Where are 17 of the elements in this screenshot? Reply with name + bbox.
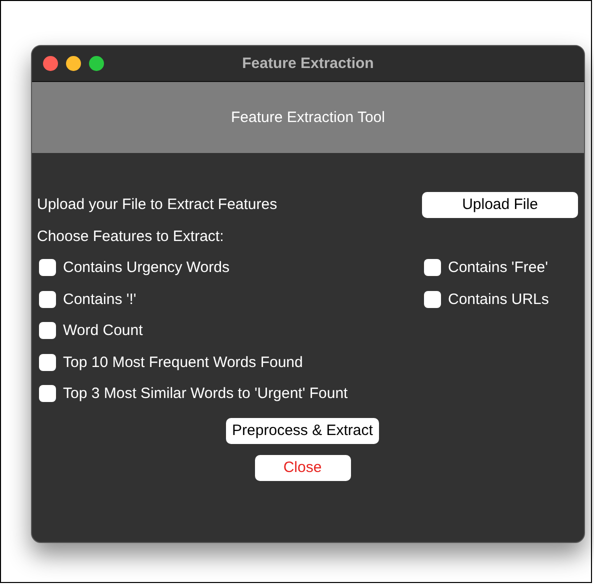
extract-button[interactable]: Preprocess & Extract: [226, 418, 379, 444]
feature-checkbox[interactable]: Contains Urgency Words: [37, 259, 230, 276]
feature-checkbox[interactable]: Top 3 Most Similar Words to 'Urgent' Fount: [37, 385, 348, 402]
zoom-window-icon[interactable]: [89, 56, 104, 71]
upload-label: Upload your File to Extract Features: [37, 196, 278, 214]
feature-checkbox[interactable]: Top 10 Most Frequent Words Found: [37, 354, 303, 371]
window-title: Feature Extraction: [242, 55, 374, 72]
feature-checkbox[interactable]: Contains 'Free': [422, 259, 548, 276]
close-window-icon[interactable]: [43, 56, 58, 71]
minimize-window-icon[interactable]: [66, 56, 81, 71]
close-button[interactable]: Close: [254, 454, 350, 480]
upload-button[interactable]: Upload File: [422, 192, 578, 218]
feature-checkbox[interactable]: Contains '!': [37, 290, 136, 308]
feature-checkbox[interactable]: Word Count: [37, 322, 143, 340]
header-title: Feature Extraction Tool: [231, 109, 385, 126]
features-heading: Choose Features to Extract:: [37, 228, 224, 245]
feature-checkbox[interactable]: Contains URLs: [422, 290, 549, 308]
